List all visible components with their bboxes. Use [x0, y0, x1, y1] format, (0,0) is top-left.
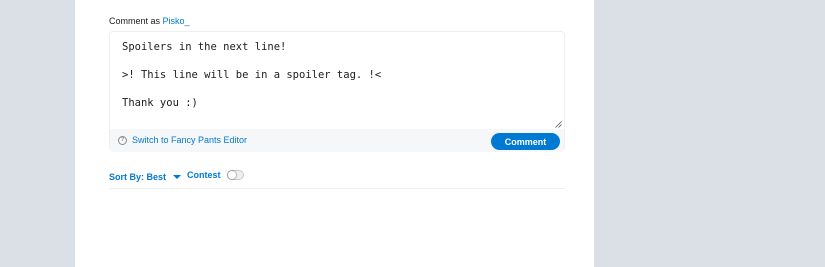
contest-toggle[interactable]: [226, 170, 244, 180]
editor-toolbar: ? Switch to Fancy Pants Editor Comment: [110, 129, 564, 152]
divider: [109, 188, 565, 189]
comments-panel: Comment as Pisko_ Spoilers in the next l…: [75, 0, 594, 267]
username-link[interactable]: Pisko_: [163, 16, 190, 26]
comment-as-label: Comment as: [109, 16, 161, 26]
switch-editor-link[interactable]: ? Switch to Fancy Pants Editor: [118, 135, 247, 145]
question-circle-icon: ?: [118, 135, 127, 145]
comment-sort-bar: Sort By: Best Contest: [109, 170, 565, 186]
sort-dropdown[interactable]: Sort By: Best: [109, 172, 182, 182]
switch-editor-label: Switch to Fancy Pants Editor: [132, 135, 248, 145]
contest-mode: Contest: [187, 170, 244, 180]
sort-label: Sort By: Best: [109, 172, 167, 182]
comment-textarea[interactable]: Spoilers in the next line! >! This line …: [122, 40, 542, 122]
comment-as-line: Comment as Pisko_: [109, 16, 190, 26]
contest-label: Contest: [187, 170, 221, 180]
resize-handle-icon[interactable]: [555, 121, 562, 128]
comment-button[interactable]: Comment: [491, 133, 560, 150]
comment-editor: Spoilers in the next line! >! This line …: [109, 31, 565, 152]
toggle-knob: [227, 171, 236, 179]
caret-down-icon: [173, 175, 182, 179]
